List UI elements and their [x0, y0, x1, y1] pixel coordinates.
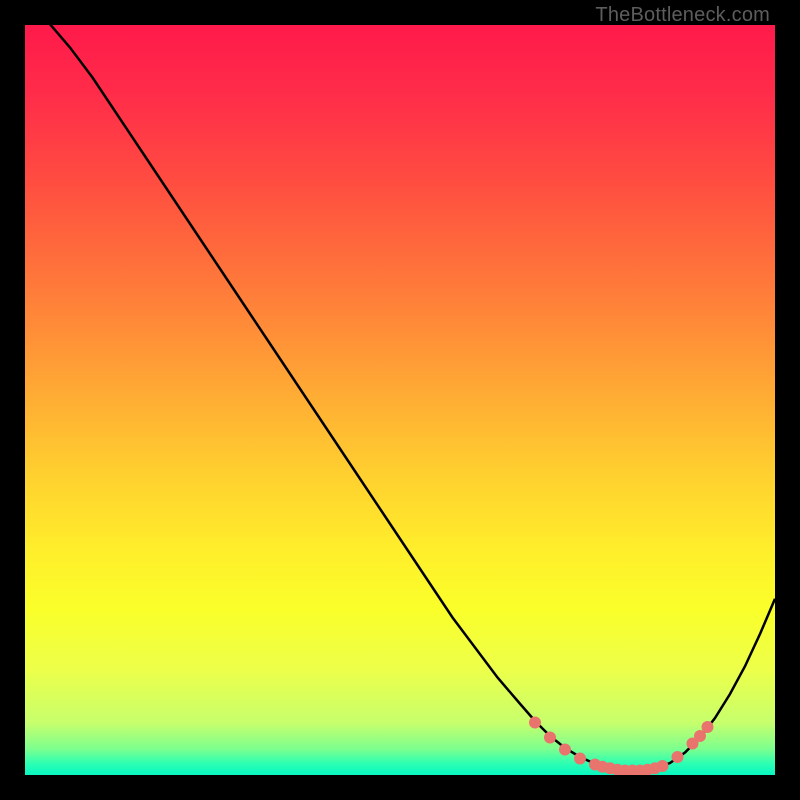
marker-dot [702, 721, 714, 733]
marker-dot [672, 751, 684, 763]
gradient-background [25, 25, 775, 775]
marker-dot [657, 760, 669, 772]
bottleneck-chart [25, 25, 775, 775]
marker-dot [529, 717, 541, 729]
marker-dot [544, 732, 556, 744]
watermark-text: TheBottleneck.com [595, 4, 770, 27]
chart-frame [25, 25, 775, 775]
marker-dot [574, 753, 586, 765]
marker-dot [559, 744, 571, 756]
